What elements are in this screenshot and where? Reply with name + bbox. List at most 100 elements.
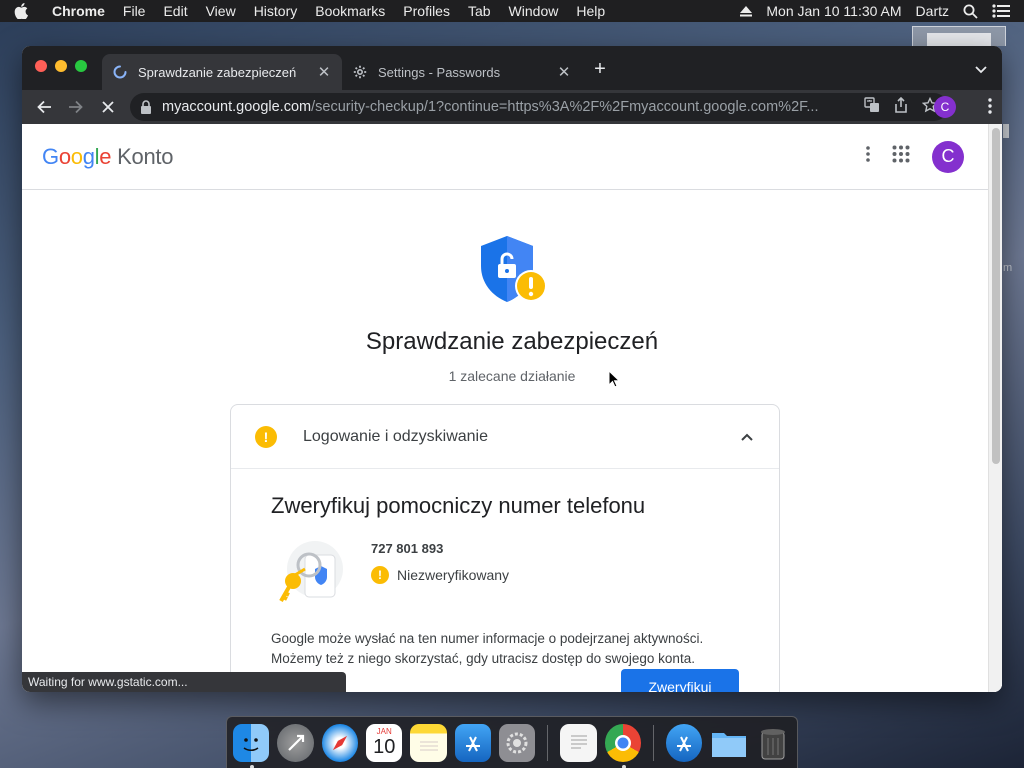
menubar-user[interactable]: Dartz xyxy=(916,3,949,19)
url-text: myaccount.google.com/security-checkup/1?… xyxy=(162,99,856,115)
menubar-clock[interactable]: Mon Jan 10 11:30 AM xyxy=(766,3,901,19)
dock-separator xyxy=(653,724,654,761)
menu-profiles[interactable]: Profiles xyxy=(403,3,450,19)
menu-history[interactable]: History xyxy=(254,3,298,19)
translate-icon[interactable] xyxy=(864,97,880,117)
phone-status: ! Niezweryfikowany xyxy=(371,566,509,584)
finder-icon[interactable] xyxy=(233,723,270,768)
chevron-up-icon[interactable] xyxy=(739,429,755,445)
security-checkup-hero: Sprawdzanie zabezpieczeń 1 zalecane dzia… xyxy=(22,190,1002,384)
app-store-icon[interactable] xyxy=(454,723,492,762)
page-content: Google Konto C Sprawdzanie zabezpieczeń … xyxy=(22,124,1002,692)
minimize-window-button[interactable] xyxy=(55,60,67,72)
profile-avatar-button[interactable]: C xyxy=(934,96,956,118)
safari-icon[interactable] xyxy=(321,723,359,762)
browser-menu-icon[interactable] xyxy=(988,98,992,119)
tab-strip: Sprawdzanie zabezpieczeń ✕ Settings - Pa… xyxy=(22,46,1002,90)
card-description: Google może wysłać na ten numer informac… xyxy=(271,629,739,669)
launchpad-icon[interactable] xyxy=(277,723,314,762)
close-tab-icon[interactable]: ✕ xyxy=(556,64,572,81)
warning-icon: ! xyxy=(255,425,277,448)
menu-tab[interactable]: Tab xyxy=(468,3,491,19)
close-tab-icon[interactable]: ✕ xyxy=(316,64,332,81)
address-bar[interactable]: myaccount.google.com/security-checkup/1?… xyxy=(130,93,948,121)
page-scrollbar[interactable] xyxy=(988,124,1002,692)
menu-file[interactable]: File xyxy=(123,3,146,19)
macos-dock: JAN 10 xyxy=(226,716,798,768)
system-preferences-icon[interactable] xyxy=(499,723,536,762)
loading-status-bar: Waiting for www.gstatic.com... xyxy=(22,672,346,692)
google-account-logo[interactable]: Google Konto xyxy=(42,144,173,170)
recommended-actions-count: 1 zalecane działanie xyxy=(448,368,576,384)
running-indicator xyxy=(250,764,254,768)
notes-icon[interactable] xyxy=(410,723,447,762)
app-store-download-icon[interactable] xyxy=(666,723,703,762)
more-options-icon[interactable] xyxy=(866,146,870,167)
share-icon[interactable] xyxy=(894,96,908,117)
phone-details: 727 801 893 ! Niezweryfikowany xyxy=(371,541,509,584)
tab-security-checkup[interactable]: Sprawdzanie zabezpieczeń ✕ xyxy=(102,54,342,90)
menubar-status-area: Mon Jan 10 11:30 AM Dartz xyxy=(740,3,1010,19)
menu-chrome[interactable]: Chrome xyxy=(52,3,105,19)
verify-button[interactable]: Zweryfikuj xyxy=(621,669,739,692)
google-apps-icon[interactable] xyxy=(892,145,910,168)
back-button[interactable] xyxy=(30,93,58,121)
background-window-text: m xyxy=(1003,262,1013,274)
account-avatar[interactable]: C xyxy=(932,140,964,173)
url-path: /security-checkup/1?continue=https%3A%2F… xyxy=(311,99,819,115)
close-window-button[interactable] xyxy=(35,60,47,72)
calendar-day: 10 xyxy=(373,736,396,758)
running-indicator xyxy=(621,764,626,768)
description-line: Możemy też z niego skorzystać, gdy utrac… xyxy=(271,651,695,666)
scrollbar-thumb[interactable] xyxy=(992,128,1000,464)
macos-menubar: Chrome File Edit View History Bookmarks … xyxy=(0,0,1024,22)
forward-button[interactable] xyxy=(62,93,90,121)
textedit-icon[interactable] xyxy=(560,723,597,762)
calendar-month: JAN xyxy=(376,727,392,736)
shield-warning-icon xyxy=(481,236,547,302)
chrome-icon[interactable] xyxy=(604,723,642,768)
window-controls xyxy=(35,60,87,72)
control-center-icon[interactable] xyxy=(992,4,1010,18)
browser-toolbar: myaccount.google.com/security-checkup/1?… xyxy=(22,90,1002,124)
verification-status: Niezweryfikowany xyxy=(397,567,510,583)
loading-spinner-icon xyxy=(112,64,128,80)
section-header-sign-in-recovery[interactable]: ! Logowanie i odzyskiwanie xyxy=(231,405,779,469)
profile-initial: C xyxy=(934,96,956,118)
stop-loading-button[interactable] xyxy=(94,93,122,121)
menu-help[interactable]: Help xyxy=(576,3,605,19)
tab-title: Sprawdzanie zabezpieczeń xyxy=(138,64,297,80)
mouse-cursor-icon xyxy=(608,370,620,388)
menu-view[interactable]: View xyxy=(206,3,236,19)
apple-icon[interactable] xyxy=(14,3,30,19)
phone-keys-illustration-icon xyxy=(279,541,343,602)
url-host: myaccount.google.com xyxy=(162,99,312,115)
calendar-icon[interactable]: JAN 10 xyxy=(366,723,403,762)
page-title: Sprawdzanie zabezpieczeń xyxy=(365,328,659,355)
tab-search-chevron-icon[interactable] xyxy=(972,60,990,78)
new-tab-button[interactable]: + xyxy=(590,59,610,80)
omnibox-actions xyxy=(864,96,939,117)
zoom-window-button[interactable] xyxy=(75,60,87,72)
security-issue-card: ! Logowanie i odzyskiwanie Zweryfikuj po… xyxy=(230,404,780,692)
spotlight-search-icon[interactable] xyxy=(963,4,978,19)
product-name: Konto xyxy=(117,143,174,169)
description-line: Google może wysłać na ten numer informac… xyxy=(271,631,704,646)
desktop-thumbnail xyxy=(912,26,1006,47)
eject-icon[interactable] xyxy=(740,5,753,17)
card-heading: Zweryfikuj pomocniczy numer telefonu xyxy=(271,493,646,518)
menu-window[interactable]: Window xyxy=(509,3,559,19)
menu-edit[interactable]: Edit xyxy=(163,3,187,19)
trash-icon[interactable] xyxy=(755,724,791,762)
folder-icon[interactable] xyxy=(710,724,746,762)
warning-icon: ! xyxy=(371,566,389,584)
tab-settings-passwords[interactable]: Settings - Passwords ✕ xyxy=(342,54,582,90)
gear-icon xyxy=(352,64,368,80)
background-window-edge xyxy=(1003,124,1009,138)
dock-separator xyxy=(547,724,549,761)
lock-icon[interactable] xyxy=(140,100,154,114)
menu-bookmarks[interactable]: Bookmarks xyxy=(315,3,385,19)
section-label: Logowanie i odzyskiwanie xyxy=(303,427,488,445)
chrome-window: Sprawdzanie zabezpieczeń ✕ Settings - Pa… xyxy=(22,46,1002,692)
header-actions: C xyxy=(866,140,964,173)
